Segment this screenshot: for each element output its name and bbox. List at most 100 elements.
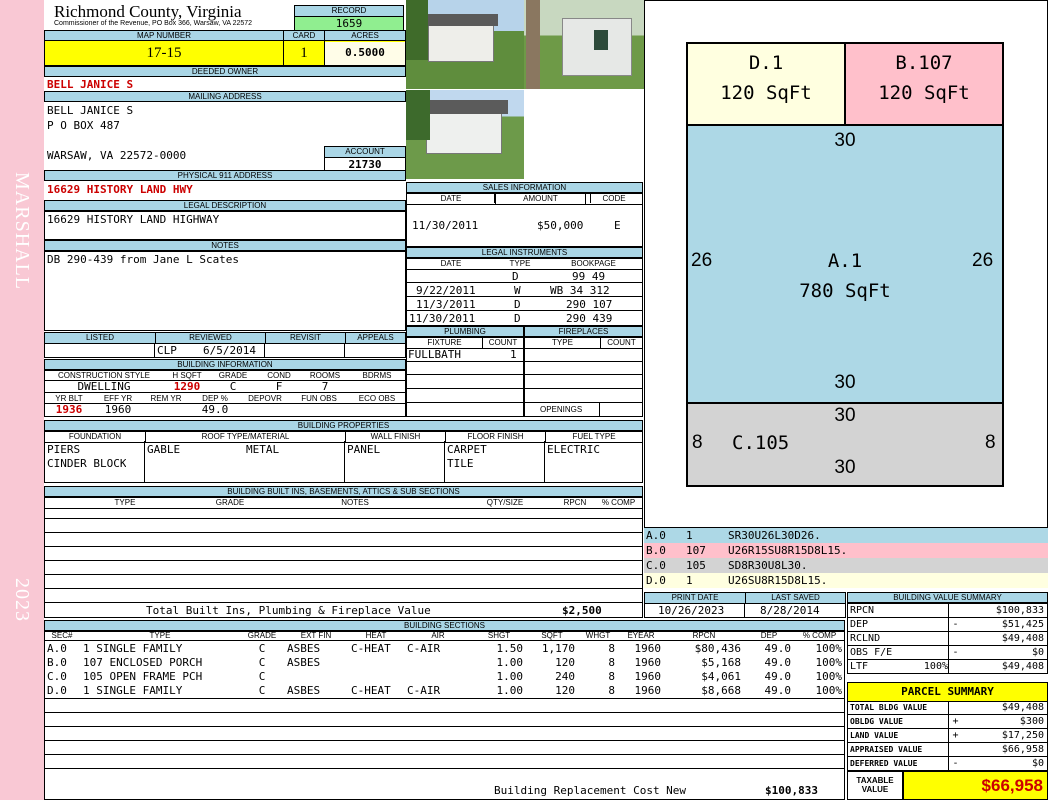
section-cell: C-AIR: [407, 642, 441, 655]
sketch-b-label: B.107: [895, 52, 953, 74]
builtins-total: $2,500: [562, 604, 602, 617]
section-cell: ASBES: [287, 656, 321, 669]
section-cell: 49.0: [764, 642, 792, 655]
section-cell: 105 OPEN FRAME PCH: [83, 670, 203, 683]
section-cell: C: [258, 642, 266, 655]
sketch-a-area: 780 SqFt: [799, 280, 891, 302]
office-address: Commissioner of the Revenue, PO Box 366,…: [54, 20, 253, 27]
legend-row: B.0 107 U26R15SU8R15D8L15.: [644, 543, 1048, 558]
physical-address: 16629 HISTORY LAND HWY: [47, 183, 193, 196]
map-number: 17-15: [146, 45, 182, 61]
section-cell: D.0: [47, 684, 67, 697]
parcel-summary-title: PARCEL SUMMARY: [847, 682, 1048, 702]
section-cell: 49.0: [764, 670, 792, 683]
record-box: RECORD 1659: [294, 5, 404, 30]
sidebar-band: MARSHALL 2023: [0, 0, 44, 800]
section-cell: 8: [608, 642, 615, 655]
county-title: Richmond County, Virginia: [54, 2, 242, 21]
section-cell: 1 SINGLE FAMILY: [83, 642, 183, 655]
bvs-row: OBS F/E - $0: [848, 646, 1047, 660]
section-cell: C: [258, 656, 266, 669]
builtins-table: TYPE GRADE NOTES QTY/SIZE RPCN% COMP: [44, 497, 643, 618]
section-row: A.0 1 SINGLE FAMILY C ASBES C-HEAT C-AIR 1.50 1…: [44, 642, 845, 656]
section-cell: 49.0: [764, 684, 792, 697]
sketch-legend: A.0 1 SR30U26L30D26. B.0 107 U26R15SU8R15D8L1…: [644, 528, 1048, 588]
reviewed-date: 6/5/2014: [203, 344, 256, 357]
acres-value: 0.5000: [325, 42, 405, 65]
legend-row: A.0 1 SR30U26L30D26.: [644, 528, 1048, 543]
section-cell: [404, 670, 472, 684]
legend-row: C.0 105 SD8R30U8L30.: [644, 558, 1048, 573]
section-cell: ASBES: [287, 684, 321, 697]
section-cell: C: [258, 684, 266, 697]
parcel-row: TOTAL BLDG VALUE $49,408: [847, 701, 1048, 715]
shed-photo: [524, 0, 645, 89]
section-cell: [348, 656, 404, 670]
section-cell: 8: [608, 656, 615, 669]
sketch-d-area: 120 SqFt: [720, 82, 812, 104]
section-cell: 1.50: [496, 642, 524, 655]
section-cell: 1.00: [496, 656, 524, 669]
section-cell: [284, 670, 348, 684]
section-cell: 49.0: [764, 656, 792, 669]
sketch-d-label: D.1: [748, 52, 784, 74]
house-photo-2: [406, 90, 524, 179]
section-cell: 100%: [815, 670, 843, 683]
section-cell: 1,170: [541, 642, 575, 655]
section-cell: [348, 670, 404, 684]
section-cell: 100%: [815, 656, 843, 669]
building-value-summary: RPCN $100,833 DEP - $51,425 RCLND $49,408 OBS F…: [847, 603, 1048, 674]
district-label: MARSHALL: [11, 172, 33, 291]
replacement-label: Building Replacement Cost New: [494, 784, 687, 797]
mailing-address: BELL JANICE S P O BOX 487 WARSAW, VA 225…: [47, 104, 187, 162]
section-cell: 100%: [815, 642, 843, 655]
section-cell: 1.00: [496, 670, 524, 683]
parcel-summary: TOTAL BLDG VALUE $49,408 OBLDG VALUE + $300 L…: [847, 701, 1048, 771]
notes-text: DB 290-439 from Jane L Scates: [47, 253, 240, 266]
bvs-row: DEP - $51,425: [848, 618, 1047, 632]
legal-description: 16629 HISTORY LAND HIGHWAY: [47, 213, 220, 226]
section-cell: [404, 656, 472, 670]
section-cell: 120: [555, 656, 575, 669]
deeded-owner: BELL JANICE S: [47, 78, 134, 91]
section-cell: C: [258, 670, 266, 683]
record-number: 1659: [295, 17, 403, 30]
section-cell: 1.00: [496, 684, 524, 697]
section-cell: $5,168: [701, 656, 741, 669]
section-cell: C-HEAT: [351, 684, 391, 697]
section-cell: $4,061: [701, 670, 741, 683]
building-sections-rows: A.0 1 SINGLE FAMILY C ASBES C-HEAT C-AIR 1.50 1…: [44, 642, 845, 782]
card-number: 1: [300, 45, 308, 61]
last-saved: 8/28/2014: [760, 604, 820, 617]
section-cell: 240: [555, 670, 575, 683]
section-cell: 8: [608, 684, 615, 697]
section-cell: $8,668: [701, 684, 741, 697]
section-cell: 1960: [634, 684, 662, 697]
section-cell: 120: [555, 684, 575, 697]
section-cell: 8: [608, 670, 615, 683]
section-cell: 1960: [634, 642, 662, 655]
replacement-value: $100,833: [765, 784, 818, 797]
section-cell: ASBES: [287, 642, 321, 655]
print-date: 10/26/2023: [658, 604, 725, 617]
builtins-total-label: Total Built Ins, Plumbing & Fireplace Va…: [146, 604, 431, 617]
section-cell: 107 ENCLOSED PORCH: [83, 656, 203, 669]
parcel-row: DEFERRED VALUE - $0: [847, 757, 1048, 771]
section-row: B.0 107 ENCLOSED PORCH C ASBES 1.00 120 8 1960 $…: [44, 656, 845, 670]
sketch-a-label: A.1: [827, 250, 863, 272]
section-cell: A.0: [47, 642, 67, 655]
reviewer: CLP: [157, 344, 177, 357]
section-cell: C.0: [47, 670, 67, 683]
parcel-row: LAND VALUE + $17,250: [847, 729, 1048, 743]
parcel-row: APPRAISED VALUE $66,958: [847, 743, 1048, 757]
bvs-row: LTF 100% $49,408: [848, 660, 1047, 674]
legend-row: D.0 1 U26SU8R15D8L15.: [644, 573, 1048, 588]
section-cell: B.0: [47, 656, 67, 669]
bvs-row: RPCN $100,833: [848, 604, 1047, 618]
year-label: 2023: [11, 578, 33, 622]
house-photo-1: [406, 0, 524, 89]
section-cell: 1960: [634, 656, 662, 669]
section-cell: $80,436: [694, 642, 741, 655]
section-cell: 1 SINGLE FAMILY: [83, 684, 183, 697]
section-cell: 100%: [815, 684, 843, 697]
